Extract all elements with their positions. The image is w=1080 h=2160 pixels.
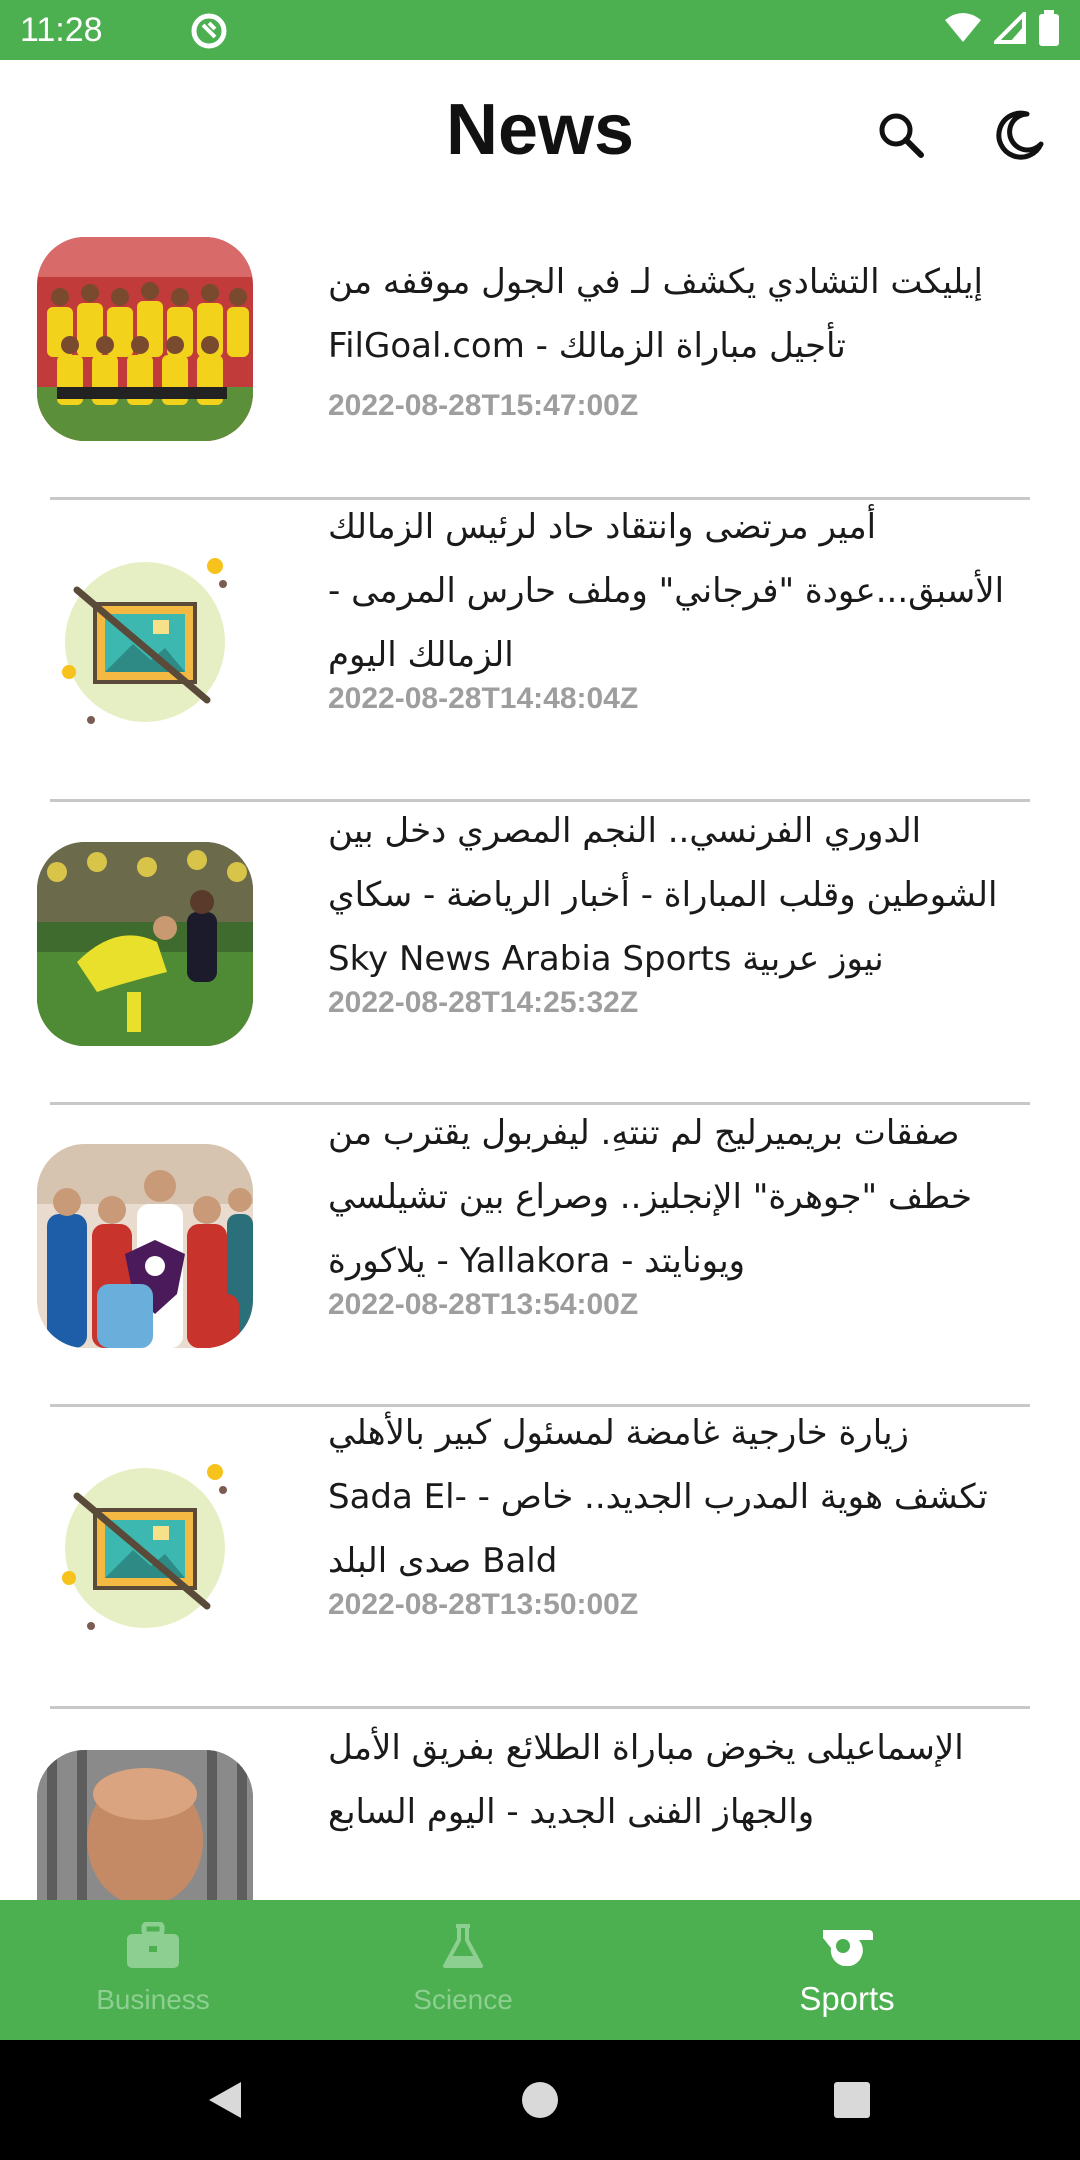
app-bar: News (0, 60, 1080, 200)
news-thumbnail (37, 237, 253, 441)
status-bar: 11:28 (0, 0, 1080, 60)
search-icon (879, 113, 924, 158)
nav-label: Science (413, 1984, 513, 2015)
home-circle-icon (522, 2082, 558, 2118)
news-thumbnail (37, 1750, 253, 1900)
news-title: الدوري الفرنسي.. النجم المصري دخل بين ال… (328, 811, 998, 979)
app-notification-icon (190, 12, 228, 50)
recents-button[interactable] (822, 2070, 882, 2130)
recents-square-icon (834, 2082, 870, 2118)
nav-item-sports[interactable]: Sports (667, 1900, 1027, 2040)
news-item[interactable]: الإسماعيلى يخوض مباراة الطلائع بفريق الأ… (0, 1708, 1080, 1900)
news-item[interactable]: إيليكت التشادي يكشف لـ في الجول موقفه من… (0, 200, 1080, 502)
news-item[interactable]: الدوري الفرنسي.. النجم المصري دخل بين ال… (0, 802, 1080, 1105)
battery-icon (1038, 9, 1060, 51)
search-button[interactable] (866, 100, 936, 170)
news-date: 2022-08-28T14:48:04Z (328, 682, 639, 715)
news-item[interactable]: أمير مرتضى وانتقاد حاد لرئيس الزمالك الأ… (0, 500, 1080, 802)
back-triangle-icon (209, 2082, 241, 2118)
news-item[interactable]: صفقات بريميرليج لم تنتهِ. ليفربول يقترب … (0, 1104, 1080, 1407)
news-title: صفقات بريميرليج لم تنتهِ. ليفربول يقترب … (328, 1113, 973, 1281)
news-thumbnail (37, 1446, 253, 1650)
system-navigation-bar (0, 2040, 1080, 2160)
moon-icon (996, 110, 1044, 160)
nav-item-science[interactable]: Science (283, 1900, 643, 2040)
dark-mode-toggle[interactable] (985, 100, 1055, 170)
news-date: 2022-08-28T15:47:00Z (328, 389, 639, 422)
home-button[interactable] (510, 2070, 570, 2130)
briefcase-icon (127, 1922, 179, 1968)
status-time: 11:28 (20, 11, 103, 49)
news-thumbnail (37, 1144, 253, 1348)
back-button[interactable] (195, 2070, 255, 2130)
image-placeholder-icon (37, 540, 253, 744)
news-thumbnail (37, 842, 253, 1046)
bottom-navigation: Business Science Sports (0, 1900, 1080, 2040)
nav-label: Sports (799, 1980, 895, 2017)
news-thumbnail (37, 540, 253, 744)
news-title: الإسماعيلى يخوض مباراة الطلائع بفريق الأ… (328, 1728, 964, 1832)
image-placeholder-icon (37, 1446, 253, 1650)
whistle-icon (823, 1930, 873, 1966)
news-title: زيارة خارجية غامضة لمسئول كبير بالأهلي ت… (328, 1413, 988, 1581)
news-title: أمير مرتضى وانتقاد حاد لرئيس الزمالك الأ… (328, 507, 1005, 675)
news-list[interactable]: إيليكت التشادي يكشف لـ في الجول موقفه من… (0, 200, 1080, 1900)
wifi-icon (944, 12, 982, 49)
signal-icon (991, 8, 1026, 49)
flask-icon (443, 1924, 483, 1968)
news-date: 2022-08-28T13:50:00Z (328, 1588, 639, 1621)
news-title: إيليكت التشادي يكشف لـ في الجول موقفه من… (328, 262, 983, 366)
news-item[interactable]: زيارة خارجية غامضة لمسئول كبير بالأهلي ت… (0, 1406, 1080, 1709)
